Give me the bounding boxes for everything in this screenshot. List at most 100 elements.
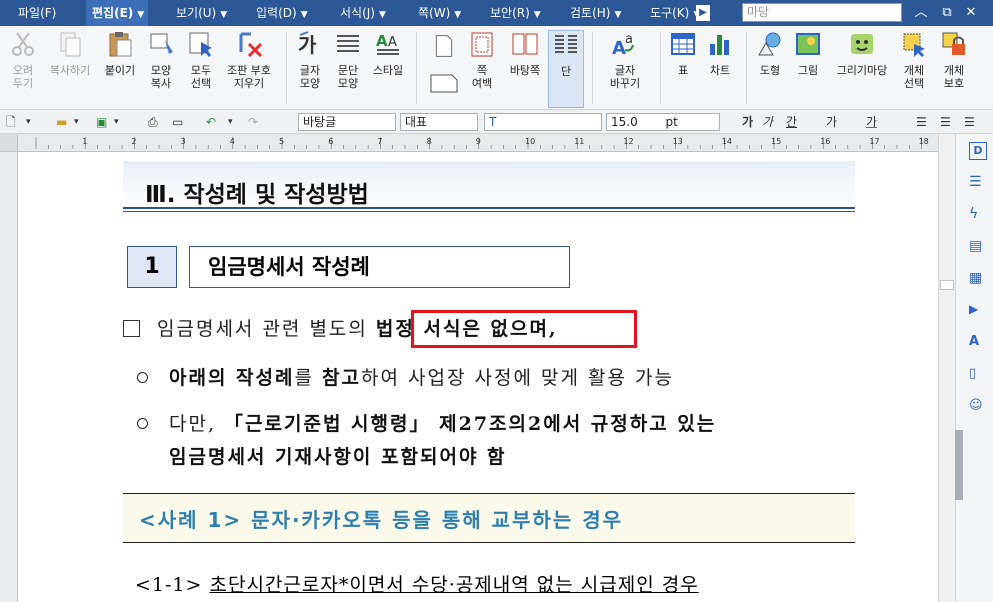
chart-button[interactable]: 차트 <box>702 30 738 108</box>
close-icon[interactable]: ✕ <box>962 4 980 22</box>
chevron-down-icon[interactable]: ▼ <box>137 2 144 28</box>
play-icon[interactable]: ▶ <box>969 302 987 320</box>
para-shape-icon <box>337 35 359 52</box>
select-all-button[interactable]: 모두 선택 <box>182 30 220 108</box>
user-icon[interactable]: ☺ <box>969 398 987 416</box>
list-icon[interactable]: ☰ <box>969 174 987 192</box>
svg-text:A: A <box>376 32 388 50</box>
bold-button[interactable]: 가 <box>742 113 753 131</box>
panel-collapse-handle[interactable] <box>955 430 963 500</box>
page-landscape-button[interactable] <box>424 72 464 102</box>
drawing-gallery-button[interactable]: 그리기마당 <box>830 30 894 108</box>
open-folder-icon[interactable]: ▬ <box>56 113 67 131</box>
menu-insert[interactable]: 입력(D) ▼ <box>250 0 314 26</box>
align-justify-icon[interactable]: ☰ <box>916 113 927 131</box>
page-margin-button[interactable]: 쪽 여백 <box>464 30 500 108</box>
copy-button[interactable]: 복사하기 <box>44 30 96 108</box>
chevron-down-icon[interactable]: ▼ <box>379 2 386 28</box>
ribbon-separator <box>416 32 417 104</box>
chart-label: 차트 <box>709 64 731 77</box>
font-color-button[interactable]: 가 <box>866 113 877 131</box>
print-preview-icon[interactable]: ▭ <box>172 113 183 131</box>
print-icon[interactable]: ⎙ <box>148 113 158 131</box>
columns-button[interactable]: 단 <box>548 30 584 108</box>
menu-security[interactable]: 보안(R) ▼ <box>484 0 547 26</box>
restore-icon[interactable]: ⧉ <box>938 4 956 22</box>
char-shape-button[interactable]: 가 글자 모양 <box>292 30 328 108</box>
bookmark-icon[interactable]: ▯ <box>969 366 987 384</box>
vertical-ruler[interactable] <box>0 152 18 602</box>
chevron-up-icon[interactable]: ︿ <box>912 4 930 22</box>
strike-button[interactable]: 가 <box>826 113 837 131</box>
chevron-down-icon[interactable]: ▼ <box>220 2 227 28</box>
menu-more-icon[interactable]: ▶ <box>696 5 710 21</box>
ruler-corner[interactable] <box>0 134 18 152</box>
new-document-icon[interactable]: 🗋 <box>6 113 20 131</box>
paste-button[interactable]: 붙이기 <box>100 30 140 108</box>
char-replace-button[interactable]: Aa 글자 바꾸기 <box>598 30 652 108</box>
table-button[interactable]: 표 <box>666 30 700 108</box>
document-icon[interactable]: ▤ <box>969 238 987 256</box>
lightning-icon[interactable]: ϟ <box>969 206 987 224</box>
align-right-icon[interactable]: ☰ <box>964 113 975 131</box>
master-page-button[interactable]: 바탕쪽 <box>504 30 546 108</box>
object-protect-button[interactable]: 개체 보호 <box>934 30 974 108</box>
style-select[interactable]: 바탕글 <box>298 113 396 131</box>
picture-button[interactable]: 그림 <box>790 30 826 108</box>
page-landscape-icon <box>430 74 458 93</box>
save-icon[interactable]: ▣ <box>96 113 107 131</box>
object-select-button[interactable]: 개체 선택 <box>896 30 932 108</box>
cut-button[interactable]: 오려 두기 <box>4 30 42 108</box>
menu-view[interactable]: 보기(U) ▼ <box>170 0 233 26</box>
chevron-down-icon[interactable]: ▼ <box>534 2 541 28</box>
para-shape-button[interactable]: 문단 모양 <box>330 30 366 108</box>
copy-label: 복사하기 <box>49 64 91 77</box>
chevron-down-icon[interactable]: ▾ <box>26 113 31 131</box>
chevron-down-icon[interactable]: ▼ <box>301 2 308 28</box>
chevron-down-icon[interactable]: ▾ <box>74 113 79 131</box>
format-painter-button[interactable]: 모양 복사 <box>142 30 180 108</box>
chevron-down-icon[interactable]: ▾ <box>228 113 233 131</box>
redo-icon[interactable]: ↷ <box>248 113 258 131</box>
menu-edit[interactable]: 편집(E) ▼ <box>86 0 149 28</box>
chevron-down-icon[interactable]: ▾ <box>114 113 119 131</box>
shape-button[interactable]: 도형 <box>752 30 788 108</box>
text-style-icon[interactable]: A <box>969 334 987 352</box>
ruler-label: 5 <box>279 137 284 146</box>
menu-bar: 파일(F) 편집(E) ▼ 보기(U) ▼ 입력(D) ▼ 서식(J) ▼ 쪽(W) ▼ … <box>0 0 993 26</box>
undo-icon[interactable]: ↶ <box>206 113 216 131</box>
menu-search-input[interactable]: 마당 <box>742 3 902 22</box>
font-kind-select[interactable]: 대표 <box>400 113 478 131</box>
shape-icon <box>758 32 781 56</box>
picture-icon <box>796 33 820 55</box>
menu-file[interactable]: 파일(F) <box>12 0 62 26</box>
italic-button[interactable]: 가 <box>762 113 773 131</box>
font-size-field[interactable]: 15.0 pt <box>606 113 720 131</box>
horizontal-ruler[interactable]: 1 2 3 4 5 6 7 8 9 10 11 12 13 14 15 16 17 18 <box>18 134 938 152</box>
underline-button[interactable]: 간 <box>786 113 797 131</box>
menu-page[interactable]: 쪽(W) ▼ <box>412 0 467 26</box>
document-info-icon[interactable]: D <box>969 142 987 160</box>
svg-text:A: A <box>612 38 626 58</box>
ruler-label: 2 <box>131 137 136 146</box>
chevron-down-icon[interactable]: ▼ <box>614 2 621 28</box>
page-orientation-button[interactable] <box>424 30 464 70</box>
align-left-icon[interactable]: ☰ <box>940 113 951 131</box>
vertical-scrollbar[interactable] <box>938 134 955 602</box>
ruler-label: 6 <box>328 137 333 146</box>
clipboard-icon[interactable]: ▦ <box>969 270 987 288</box>
style-button[interactable]: AA 스타일 <box>368 30 408 108</box>
shape-label: 도형 <box>759 64 781 77</box>
picture-label: 그림 <box>797 64 819 77</box>
circle-bullet <box>137 372 148 383</box>
object-protect-icon <box>942 32 965 55</box>
clear-format-button[interactable]: 조판 부호 지우기 <box>222 30 276 108</box>
paragraph-line-4: 임금명세서 기재사항이 포함되어야 함 <box>169 442 507 469</box>
menu-review[interactable]: 검토(H) ▼ <box>564 0 627 26</box>
document-page[interactable]: Ⅲ. 작성례 및 작성방법 1 임금명세서 작성례 임금명세서 관련 별도의 법… <box>19 152 938 602</box>
object-protect-label: 개체 보호 <box>943 64 965 90</box>
scrollbar-thumb[interactable] <box>940 280 954 290</box>
font-name-select[interactable]: T <box>484 113 602 131</box>
menu-format[interactable]: 서식(J) ▼ <box>334 0 392 26</box>
chevron-down-icon[interactable]: ▼ <box>454 2 461 28</box>
